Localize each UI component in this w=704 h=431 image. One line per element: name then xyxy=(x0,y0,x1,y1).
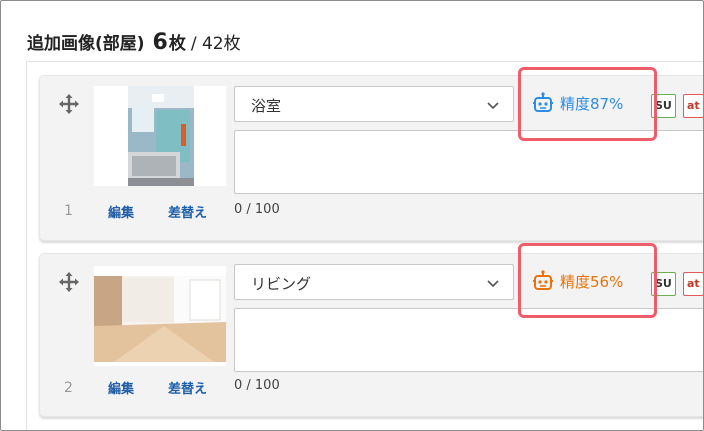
image-count: 6 xyxy=(152,30,168,55)
tag-at[interactable]: at xyxy=(683,272,703,296)
edit-link[interactable]: 編集 xyxy=(108,202,134,221)
edit-link[interactable]: 編集 xyxy=(108,378,134,397)
section-header: 追加画像(部屋) 6 枚 / 42枚 xyxy=(27,29,241,57)
room-type-value: 浴室 xyxy=(251,97,282,115)
replace-link[interactable]: 差替え xyxy=(168,378,207,397)
replace-link[interactable]: 差替え xyxy=(168,202,207,221)
image-index: 2 xyxy=(64,380,73,396)
tag-at[interactable]: at xyxy=(683,94,703,118)
chevron-down-icon xyxy=(487,102,499,110)
image-index: 1 xyxy=(64,203,73,219)
accuracy-highlight xyxy=(518,243,657,318)
image-count-unit: 枚 xyxy=(168,34,186,54)
room-type-select[interactable]: 浴室 xyxy=(234,86,514,122)
image-total: / 42枚 xyxy=(190,34,241,54)
section-title: 追加画像(部屋) xyxy=(27,34,145,54)
char-counter: 0 / 100 xyxy=(234,378,280,393)
image-editor-window: 追加画像(部屋) 6 枚 / 42枚 1 編集 差替え 0 / 100 浴室 精… xyxy=(0,0,704,431)
accuracy-highlight xyxy=(518,67,657,141)
room-type-select[interactable]: リビング xyxy=(234,264,514,300)
drag-handle-icon[interactable] xyxy=(58,271,80,293)
drag-handle-icon[interactable] xyxy=(58,93,80,115)
room-type-value: リビング xyxy=(251,275,312,293)
char-counter: 0 / 100 xyxy=(234,202,280,217)
chevron-down-icon xyxy=(487,280,499,288)
living-room-photo[interactable] xyxy=(94,266,226,366)
bathroom-photo[interactable] xyxy=(94,86,226,186)
